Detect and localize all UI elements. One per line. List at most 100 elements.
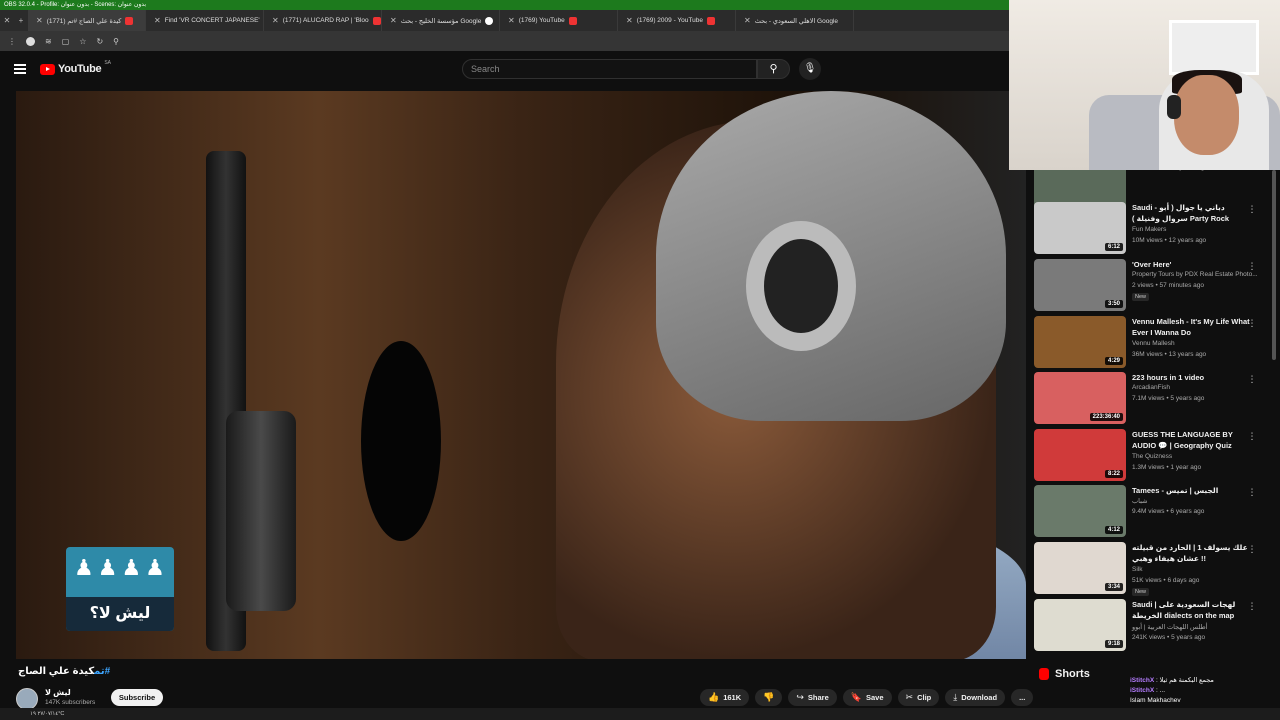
tab-3[interactable]: ✕ مؤسسة الخليج - بحث Google bbox=[382, 10, 500, 31]
recommendation-title[interactable]: Saudi | لهجات السعودية على الخريطة diale… bbox=[1132, 599, 1252, 621]
video-thumbnail[interactable]: 9:18 bbox=[1034, 599, 1126, 651]
sidebar-scrollbar[interactable] bbox=[1272, 170, 1276, 360]
close-icon[interactable]: ✕ bbox=[0, 16, 14, 25]
more-options-icon[interactable]: ⋮ bbox=[1247, 487, 1257, 498]
video-thumbnail[interactable]: 6:12 bbox=[1034, 202, 1126, 254]
download-button[interactable]: ⤓ Download bbox=[945, 689, 1006, 706]
video-thumbnail[interactable]: 4:12 bbox=[1034, 485, 1126, 537]
hamburger-menu-icon[interactable] bbox=[14, 64, 26, 74]
stream-chat-overlay: iStitchX : مجمع البكمنة هم ثيلا iStitchX … bbox=[1130, 676, 1278, 706]
recommendation-channel[interactable]: The Quizness bbox=[1132, 453, 1172, 460]
bookmark-icon: 🔖 bbox=[850, 692, 862, 702]
search-button[interactable]: ⚲ bbox=[757, 59, 790, 79]
sidebar-icon[interactable]: ▢ bbox=[62, 37, 70, 46]
tab-5[interactable]: ✕ (1769) 2009 - YouTube bbox=[618, 10, 736, 31]
recommendation-item[interactable]: 6:12 Saudi - دباني يا جوال ( أبو سروال وف… bbox=[1034, 202, 1270, 256]
youtube-favicon-icon bbox=[125, 16, 134, 25]
tab-0[interactable]: ✕ (1771) كيدة علي الصاج #تم bbox=[28, 10, 146, 31]
video-duration: 3:50 bbox=[1104, 300, 1123, 308]
recommendation-channel[interactable]: Property Tours by PDX Real Estate Photo.… bbox=[1132, 271, 1258, 278]
video-thumbnail[interactable]: 223:36:40 bbox=[1034, 372, 1126, 424]
recommendation-channel[interactable]: Fun Makers bbox=[1132, 226, 1166, 233]
share-label: Share bbox=[807, 693, 829, 702]
hashtag-link[interactable]: #تم bbox=[94, 666, 110, 677]
subscribe-button[interactable]: Subscribe bbox=[111, 689, 163, 706]
reload-icon[interactable]: ↻ bbox=[96, 37, 103, 46]
tab-1[interactable]: ✕ Find 'VR CONCERT JAPANESE' bbox=[146, 10, 264, 31]
share-button[interactable]: ↪ Share bbox=[788, 689, 837, 706]
recommendation-item[interactable]: 4:12 Tamees - الجبس | تميس شباب 9.4M views … bbox=[1034, 485, 1270, 539]
recommendation-item[interactable]: 223:36:40 223 hours in 1 video ArcadianFis… bbox=[1034, 372, 1270, 426]
tab-4[interactable]: ✕ (1769) YouTube bbox=[500, 10, 618, 31]
more-options-icon[interactable]: ⋮ bbox=[1247, 374, 1257, 385]
close-icon[interactable]: ✕ bbox=[272, 16, 279, 25]
save-label: Save bbox=[866, 693, 884, 702]
search-input[interactable]: Search bbox=[462, 59, 757, 79]
voice-search-button[interactable]: 🎙 bbox=[799, 58, 821, 80]
recommendation-item[interactable]: 8:22 GUESS THE LANGUAGE BY AUDIO 💬 | Geog… bbox=[1034, 429, 1270, 483]
close-icon[interactable]: ✕ bbox=[36, 16, 43, 25]
more-options-icon[interactable]: ⋮ bbox=[1247, 431, 1257, 442]
video-frame-pop-filter bbox=[361, 341, 441, 541]
more-options-icon[interactable]: ⋮ bbox=[1247, 204, 1257, 215]
recommendation-channel[interactable]: أطلس اللهجات العربية | أبوو bbox=[1132, 623, 1207, 631]
recommendation-item[interactable]: 3:34 علك يسولف 1 | الحارد من قبيلته عشان … bbox=[1034, 542, 1270, 596]
recommendation-channel[interactable]: شباب bbox=[1132, 497, 1148, 505]
recommendation-title[interactable]: 'Over Here' bbox=[1132, 259, 1252, 270]
more-options-icon[interactable]: ⋮ bbox=[1247, 261, 1257, 272]
shorts-header: Shorts bbox=[1039, 668, 1090, 680]
tab-label: الاهلي السعودي - بحث Google bbox=[754, 17, 839, 25]
youtube-logo[interactable]: YouTube SA bbox=[40, 60, 111, 75]
recommendation-title[interactable]: Tamees - الجبس | تميس bbox=[1132, 485, 1252, 496]
search-icon: ⚲ bbox=[769, 63, 778, 75]
recommendation-title[interactable]: Saudi - دباني يا جوال ( أبو سروال وفنيلة… bbox=[1132, 202, 1252, 224]
video-thumbnail[interactable]: 4:29 bbox=[1034, 316, 1126, 368]
extensions-icon[interactable]: ≋ bbox=[45, 37, 52, 46]
more-options-icon[interactable]: ⋮ bbox=[1247, 318, 1257, 329]
recommendation-title[interactable]: علك يسولف 1 | الحارد من قبيلته عشان هيفا… bbox=[1132, 542, 1252, 564]
channel-avatar[interactable] bbox=[16, 688, 38, 710]
recommendation-title[interactable]: Vennu Mallesh - It's My Life What Ever I… bbox=[1132, 316, 1252, 338]
recommendation-channel[interactable]: Vennu Mallesh bbox=[1132, 340, 1175, 347]
logo-text: YouTube bbox=[58, 63, 102, 75]
video-thumbnail[interactable]: 8:22 bbox=[1034, 429, 1126, 481]
close-icon[interactable]: ✕ bbox=[154, 16, 161, 25]
close-icon[interactable]: ✕ bbox=[508, 16, 515, 25]
recommendation-item[interactable]: 3:50 'Over Here' Property Tours by PDX Rea… bbox=[1034, 259, 1270, 313]
tab-6[interactable]: ✕ الاهلي السعودي - بحث Google bbox=[736, 10, 854, 31]
recommendation-item[interactable]: 4:29 Vennu Mallesh - It's My Life What Ev… bbox=[1034, 316, 1270, 370]
video-player[interactable]: ♟♟♟♟ ليش لا؟ bbox=[16, 91, 1026, 659]
video-duration: 9:18 bbox=[1104, 640, 1123, 648]
profile-icon[interactable] bbox=[26, 36, 35, 46]
video-thumbnail[interactable]: 3:34 bbox=[1034, 542, 1126, 594]
webcam-window bbox=[1169, 20, 1259, 75]
recommendation-item[interactable]: 9:18 Saudi | لهجات السعودية على الخريطة d… bbox=[1034, 599, 1270, 653]
taskbar-text: ٢٧/٠٧/١٤ ١٩°C bbox=[30, 711, 65, 717]
more-options-icon[interactable]: ⋮ bbox=[1247, 544, 1257, 555]
save-button[interactable]: 🔖 Save bbox=[842, 689, 892, 706]
channel-name[interactable]: ليش لا bbox=[45, 688, 71, 697]
tab-2[interactable]: ✕ (1771) ALUCARD RAP | 'Bloo bbox=[264, 10, 382, 31]
search-icon[interactable]: ⚲ bbox=[113, 37, 119, 46]
recommendations-list: 2:075.1M views • 15 years ago6:12Saudi -… bbox=[1034, 170, 1270, 660]
like-button[interactable]: 👍 161K bbox=[700, 689, 750, 706]
dislike-button[interactable]: 👎 bbox=[755, 689, 783, 706]
close-icon[interactable]: ✕ bbox=[744, 16, 751, 25]
close-icon[interactable]: ✕ bbox=[390, 16, 397, 25]
more-options-icon[interactable]: ⋮ bbox=[1247, 601, 1257, 612]
recommendation-title[interactable]: 223 hours in 1 video bbox=[1132, 372, 1252, 383]
more-actions-button[interactable]: ... bbox=[1011, 689, 1034, 706]
recommendation-channel[interactable]: Silk bbox=[1132, 566, 1142, 573]
webcam-face bbox=[1174, 75, 1239, 155]
menu-icon[interactable]: ⋮ bbox=[8, 37, 16, 46]
chat-username: iStitchX bbox=[1130, 677, 1155, 684]
recommendation-channel[interactable]: ArcadianFish bbox=[1132, 384, 1170, 391]
recommendation-title[interactable]: GUESS THE LANGUAGE BY AUDIO 💬 | Geograph… bbox=[1132, 429, 1252, 451]
close-icon[interactable]: ✕ bbox=[626, 16, 633, 25]
more-icon: ... bbox=[1019, 693, 1026, 702]
new-tab-icon[interactable]: + bbox=[14, 16, 28, 25]
shorts-label: Shorts bbox=[1055, 668, 1090, 680]
video-thumbnail[interactable]: 3:50 bbox=[1034, 259, 1126, 311]
bookmark-star-icon[interactable]: ☆ bbox=[79, 37, 86, 46]
clip-button[interactable]: ✂ Clip bbox=[897, 689, 940, 706]
